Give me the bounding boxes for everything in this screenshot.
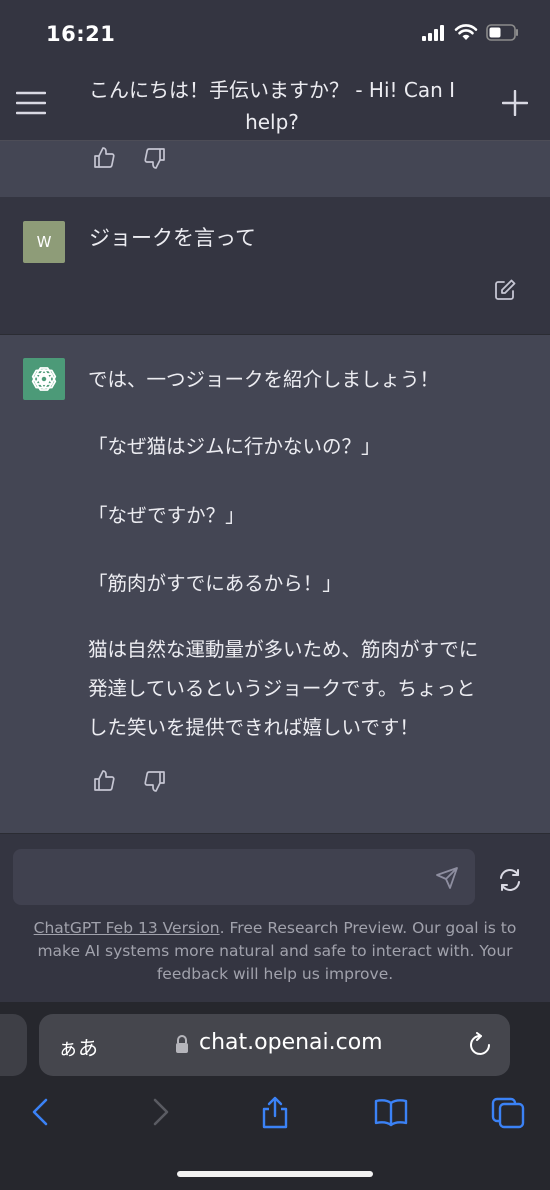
new-chat-plus-icon[interactable]: [502, 90, 528, 116]
signal-icon: [422, 24, 444, 41]
url-text[interactable]: chat.openai.com: [199, 1030, 383, 1055]
footer-line-1: . Free Research Preview. Our goal is to: [219, 919, 517, 937]
send-icon[interactable]: [435, 866, 459, 890]
bookmarks-icon[interactable]: [374, 1095, 408, 1129]
status-icons: [422, 24, 520, 41]
status-time: 16:21: [46, 22, 116, 46]
top-nav: こんにちは！手伝いますか？ - Hi! Can I help?: [0, 66, 550, 141]
thumbs-up-icon[interactable]: [92, 769, 116, 793]
lock-icon: [176, 1035, 188, 1053]
share-icon[interactable]: [258, 1095, 292, 1129]
user-message-text: ジョークを言って: [89, 226, 256, 250]
reload-icon[interactable]: [467, 1032, 493, 1058]
message-input[interactable]: [13, 849, 475, 905]
title-line-2: help?: [245, 110, 299, 134]
edit-message-icon[interactable]: [493, 278, 517, 302]
battery-icon: [486, 24, 518, 41]
previous-tab-peek[interactable]: [0, 1014, 27, 1076]
footer-line-3: feedback will help us improve.: [156, 965, 394, 983]
chatgpt-avatar: [23, 358, 65, 400]
thumbs-down-icon[interactable]: [143, 146, 167, 170]
footer-disclaimer: ChatGPT Feb 13 Version. Free Research Pr…: [20, 917, 530, 986]
status-bar: 16:21: [0, 0, 550, 66]
forward-chevron-icon[interactable]: [143, 1095, 177, 1129]
assistant-paragraph: 「なぜですか？」: [88, 504, 245, 527]
assistant-paragraph: 「筋肉がすでにあるから！」: [88, 572, 342, 595]
footer-line-2: make AI systems more natural and safe to…: [37, 942, 513, 960]
user-avatar: W: [23, 221, 65, 263]
openai-logo-icon: [31, 367, 57, 391]
thumbs-up-icon[interactable]: [92, 146, 116, 170]
home-indicator[interactable]: [177, 1171, 373, 1177]
version-link[interactable]: ChatGPT Feb 13 Version: [34, 919, 220, 937]
assistant-paragraph: 「なぜ猫はジムに行かないの？」: [88, 435, 381, 458]
assistant-paragraph: では、一つジョークを紹介しましょう！: [88, 368, 440, 391]
title-line-1: こんにちは！手伝いますか？ - Hi! Can I: [88, 78, 456, 102]
assistant-paragraph: した笑いを提供できれば嬉しいです！: [88, 716, 419, 739]
previous-message-tail: [0, 141, 550, 198]
user-message: [0, 197, 550, 335]
tabs-icon[interactable]: [491, 1095, 525, 1129]
regenerate-icon[interactable]: [497, 867, 523, 893]
page-settings-button[interactable]: ぁあ: [58, 1032, 98, 1061]
thumbs-down-icon[interactable]: [143, 769, 167, 793]
assistant-paragraph: 発達しているというジョークです。ちょっと: [88, 677, 476, 700]
conversation-title: こんにちは！手伝いますか？ - Hi! Can I help?: [72, 74, 472, 138]
hamburger-menu-icon[interactable]: [16, 90, 46, 116]
assistant-paragraph: 猫は自然な運動量が多いため、筋肉がすでに: [88, 638, 479, 661]
wifi-icon: [454, 24, 478, 40]
back-chevron-icon[interactable]: [24, 1095, 58, 1129]
